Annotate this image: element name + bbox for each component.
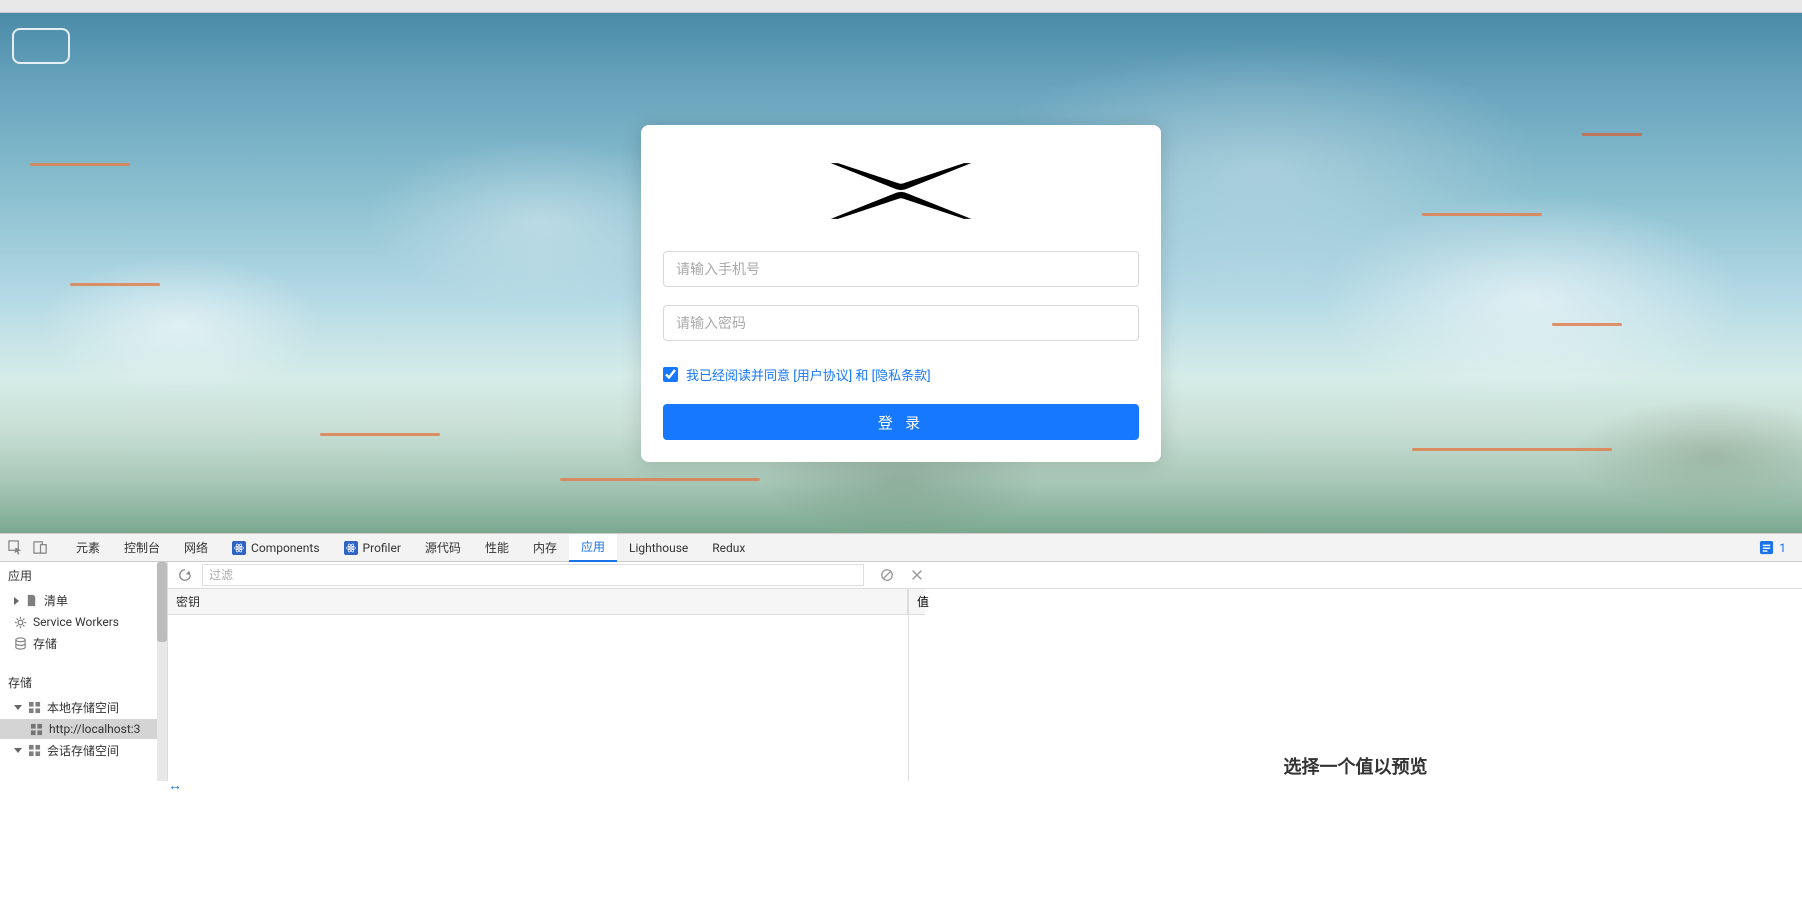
login-card: 我已经阅读并同意 [用户协议] 和 [隐私条款] 登 录 bbox=[641, 125, 1161, 462]
tab-components[interactable]: Components bbox=[220, 534, 332, 562]
sidebar-label: 本地存储空间 bbox=[47, 699, 119, 716]
decorative-streak bbox=[560, 478, 760, 481]
user-agreement-link[interactable]: [用户协议] bbox=[793, 369, 852, 384]
issues-count: 1 bbox=[1779, 541, 1786, 555]
tab-components-label: Components bbox=[251, 541, 320, 555]
kv-header-value[interactable]: 值 bbox=[908, 589, 925, 615]
tab-profiler[interactable]: Profiler bbox=[332, 534, 413, 562]
tab-console[interactable]: 控制台 bbox=[112, 534, 172, 562]
tab-profiler-label: Profiler bbox=[363, 541, 401, 555]
value-preview-pane: 选择一个值以预览 bbox=[909, 589, 1802, 781]
brand-x-logo-icon bbox=[829, 159, 973, 223]
tab-application[interactable]: 应用 bbox=[569, 534, 617, 562]
tab-performance[interactable]: 性能 bbox=[473, 534, 521, 562]
devtools-panel: 元素 控制台 网络 Components Profiler 源代码 性能 内存 … bbox=[0, 533, 1802, 781]
inspect-element-icon[interactable] bbox=[8, 540, 23, 555]
decorative-streak bbox=[320, 433, 440, 436]
storage-split-pane: 密钥 值 ↔ 选择一个值以预览 bbox=[168, 589, 1802, 781]
decorative-streak bbox=[1412, 448, 1612, 451]
refresh-icon[interactable] bbox=[178, 568, 192, 582]
issues-indicator[interactable]: 1 bbox=[1751, 540, 1794, 555]
file-icon bbox=[25, 594, 38, 607]
tab-sources[interactable]: 源代码 bbox=[413, 534, 473, 562]
kv-header-key[interactable]: 密钥 bbox=[168, 589, 908, 614]
expand-triangle-icon bbox=[14, 748, 22, 753]
kv-table-header: 密钥 bbox=[168, 589, 908, 615]
tab-elements[interactable]: 元素 bbox=[64, 534, 112, 562]
sidebar-item-storage[interactable]: 存储 bbox=[0, 632, 167, 655]
sidebar-label: 会话存储空间 bbox=[47, 742, 119, 759]
sidebar-label: 存储 bbox=[33, 635, 57, 652]
key-value-table-pane: 密钥 值 ↔ bbox=[168, 589, 909, 781]
privacy-policy-link[interactable]: [隐私条款] bbox=[872, 369, 931, 384]
login-button[interactable]: 登 录 bbox=[663, 404, 1139, 440]
sidebar-label: http://localhost:3 bbox=[49, 722, 140, 736]
tab-network[interactable]: 网络 bbox=[172, 534, 220, 562]
browser-chrome-bar bbox=[0, 0, 1802, 13]
logo-wrap bbox=[663, 159, 1139, 223]
page-viewport: 我已经阅读并同意 [用户协议] 和 [隐私条款] 登 录 bbox=[0, 13, 1802, 533]
agreement-prefix: 我已经阅读并同意 bbox=[686, 369, 790, 384]
devtools-tab-bar: 元素 控制台 网络 Components Profiler 源代码 性能 内存 … bbox=[0, 534, 1802, 562]
grid-icon bbox=[28, 701, 41, 714]
agreement-row: 我已经阅读并同意 [用户协议] 和 [隐私条款] bbox=[663, 365, 1139, 384]
issues-icon bbox=[1759, 540, 1774, 555]
expand-triangle-icon bbox=[14, 705, 22, 710]
preview-hint-text: 选择一个值以预览 bbox=[1284, 753, 1428, 781]
devtools-body: 应用 清单 Service Workers 存储 存储 本地存储空间 bbox=[0, 562, 1802, 781]
sidebar-scrollbar[interactable] bbox=[157, 562, 167, 781]
sidebar-item-local-storage[interactable]: 本地存储空间 bbox=[0, 696, 167, 719]
tab-lighthouse[interactable]: Lighthouse bbox=[617, 534, 700, 562]
filter-input[interactable] bbox=[202, 564, 864, 586]
gear-icon bbox=[14, 616, 27, 629]
delete-icon[interactable] bbox=[910, 568, 924, 582]
sidebar-item-session-storage[interactable]: 会话存储空间 bbox=[0, 739, 167, 762]
phone-input[interactable] bbox=[663, 251, 1139, 287]
sidebar-label: Service Workers bbox=[33, 615, 119, 629]
decorative-streak bbox=[1582, 133, 1642, 136]
database-icon bbox=[14, 637, 27, 650]
agreement-checkbox[interactable] bbox=[663, 367, 678, 382]
grid-icon bbox=[30, 723, 43, 736]
resize-handle-icon[interactable]: ↔ bbox=[168, 781, 188, 791]
react-badge-icon bbox=[344, 541, 358, 555]
sidebar-section-storage: 存储 bbox=[0, 669, 167, 696]
decorative-streak bbox=[1552, 323, 1622, 326]
tab-memory[interactable]: 内存 bbox=[521, 534, 569, 562]
decorative-streak bbox=[1422, 213, 1542, 216]
storage-toolbar bbox=[168, 562, 1802, 589]
grid-icon bbox=[28, 744, 41, 757]
decorative-streak bbox=[70, 283, 160, 286]
clear-all-icon[interactable] bbox=[880, 568, 894, 582]
password-input[interactable] bbox=[663, 305, 1139, 341]
expand-triangle-icon bbox=[14, 597, 19, 605]
application-sidebar: 应用 清单 Service Workers 存储 存储 本地存储空间 bbox=[0, 562, 168, 781]
react-badge-icon bbox=[232, 541, 246, 555]
sidebar-scrollbar-thumb[interactable] bbox=[157, 562, 167, 642]
sidebar-label: 清单 bbox=[44, 592, 68, 609]
application-main-pane: 密钥 值 ↔ 选择一个值以预览 bbox=[168, 562, 1802, 781]
top-left-outline-box bbox=[12, 28, 70, 64]
decorative-streak bbox=[30, 163, 130, 166]
sidebar-item-local-storage-url[interactable]: http://localhost:3 bbox=[0, 719, 167, 739]
sidebar-item-service-workers[interactable]: Service Workers bbox=[0, 612, 167, 632]
tab-redux[interactable]: Redux bbox=[700, 534, 757, 562]
sidebar-item-manifest[interactable]: 清单 bbox=[0, 589, 167, 612]
device-toolbar-icon[interactable] bbox=[33, 540, 48, 555]
agreement-and: 和 bbox=[855, 369, 868, 384]
sidebar-section-application: 应用 bbox=[0, 562, 167, 589]
